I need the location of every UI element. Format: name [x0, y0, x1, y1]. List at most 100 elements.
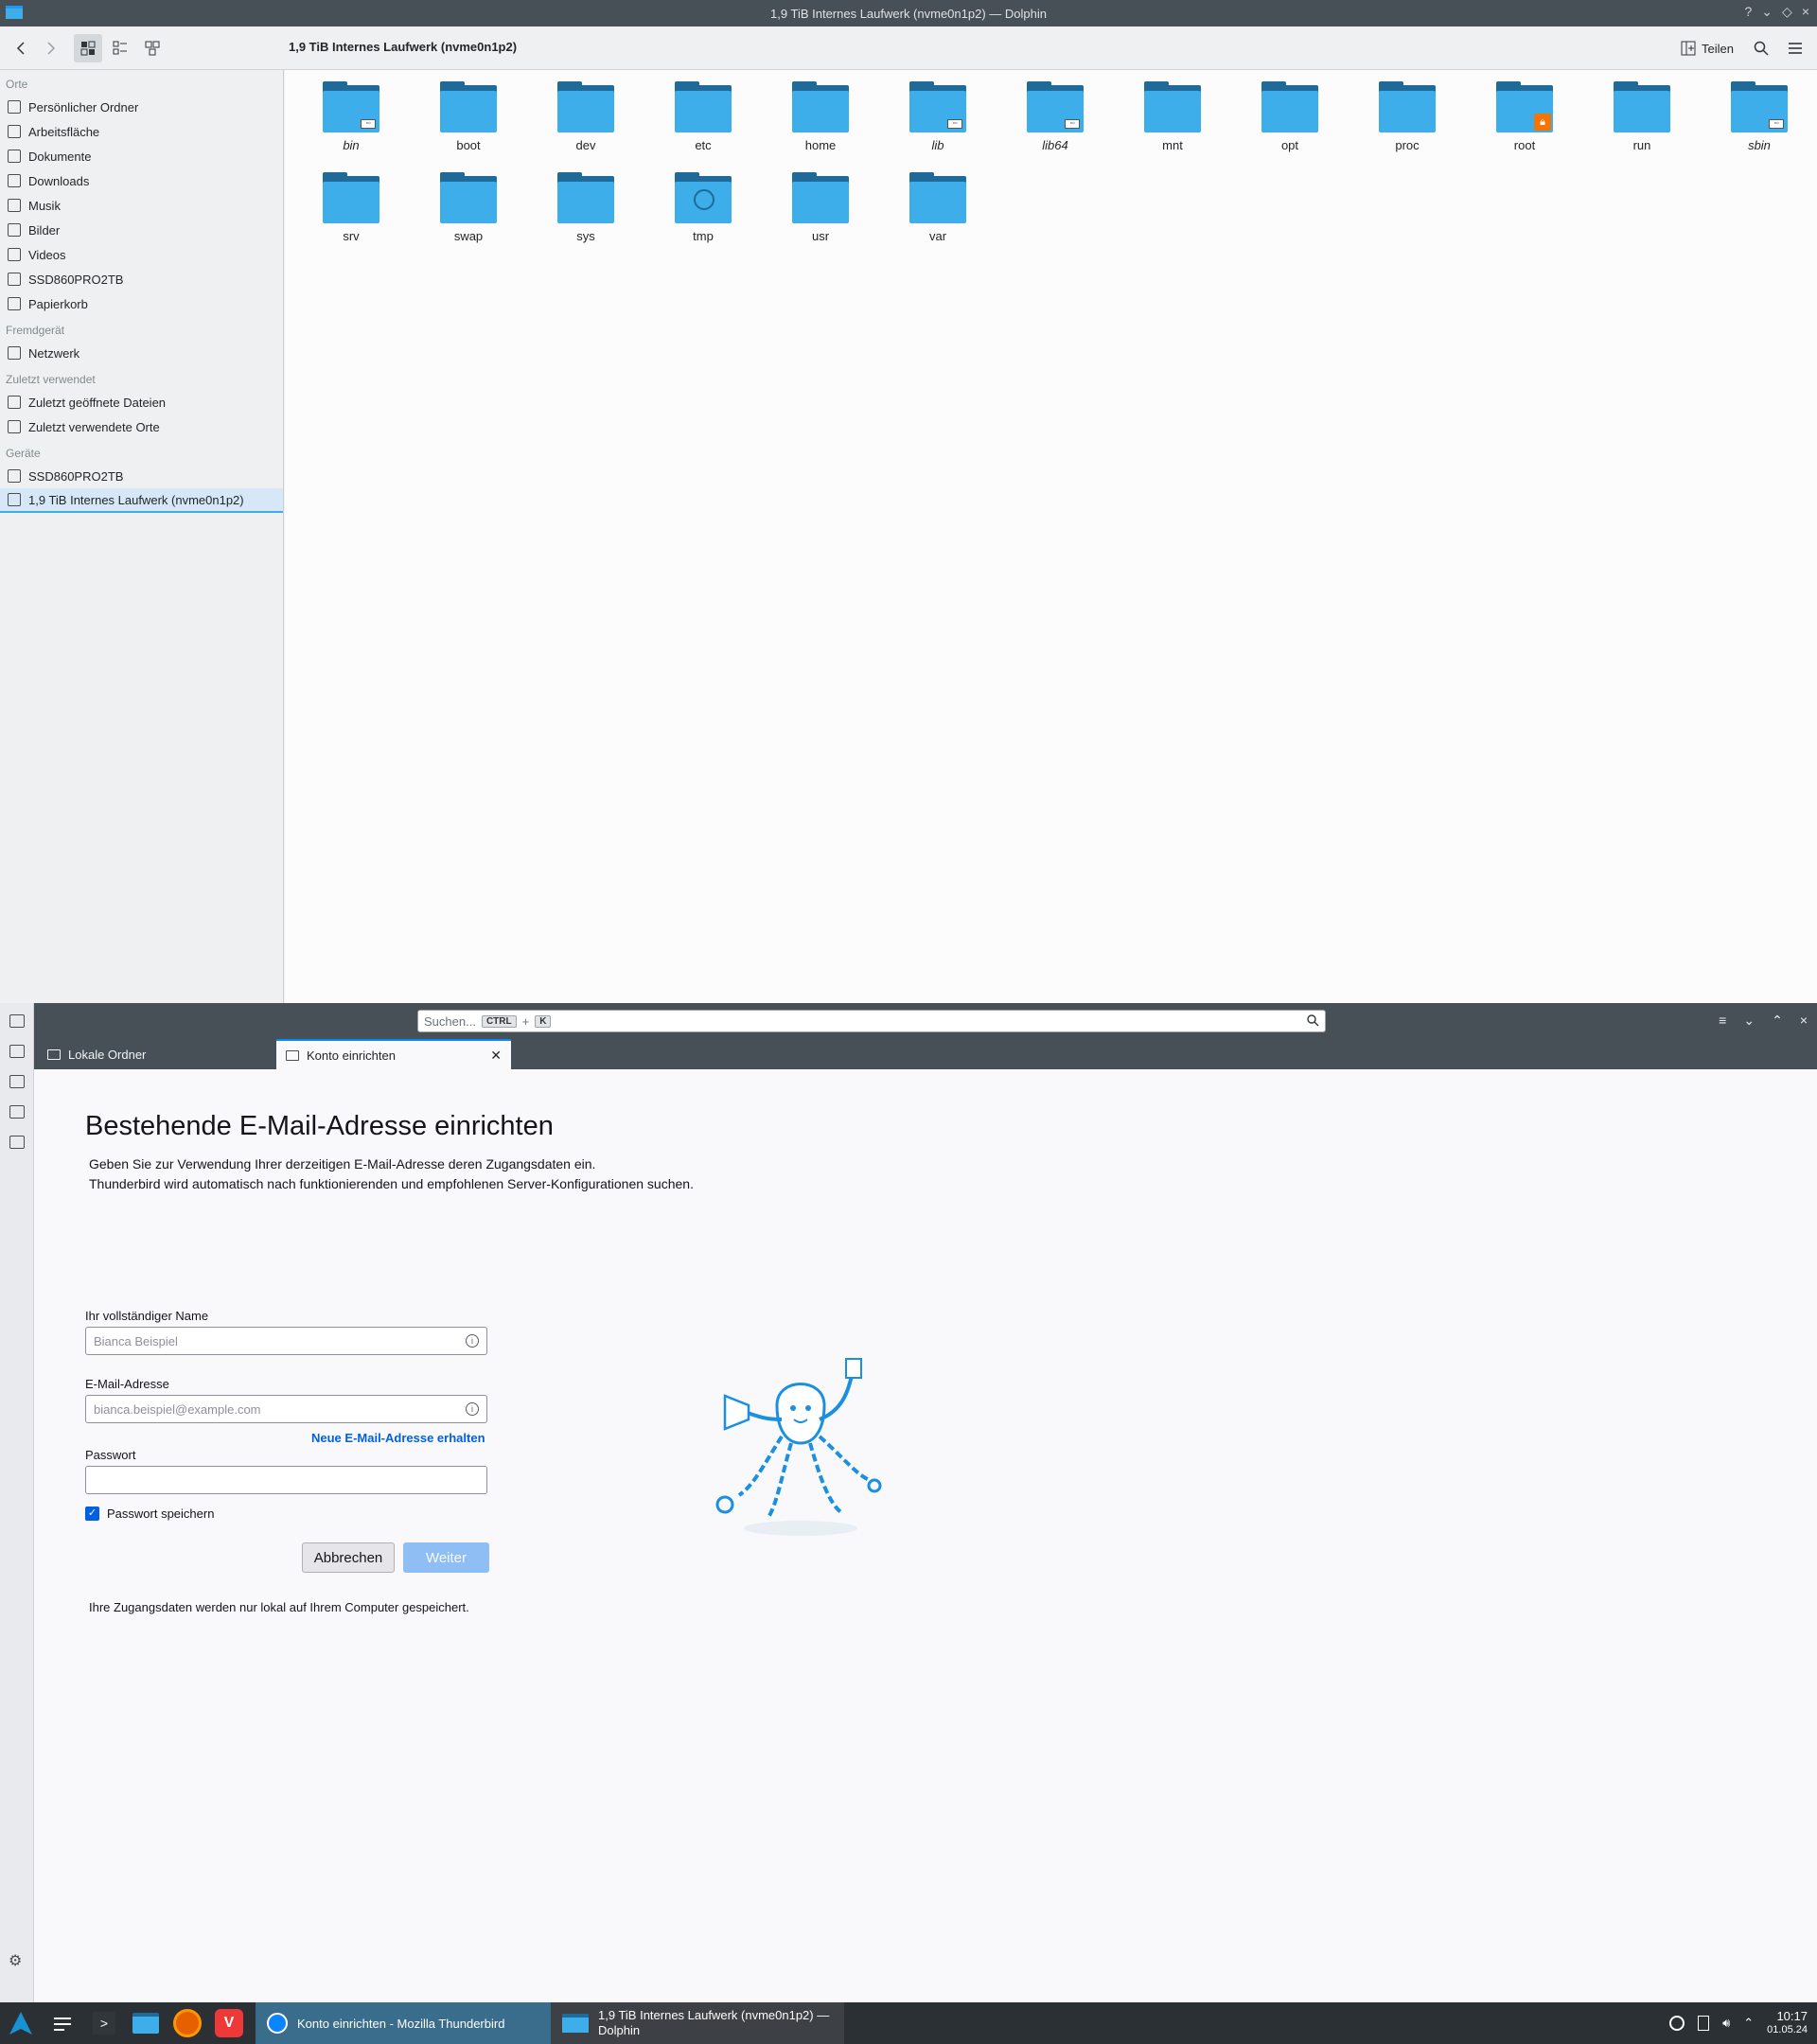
- file-manager-icon[interactable]: [125, 2002, 167, 2044]
- vivaldi-icon[interactable]: V: [208, 2002, 250, 2044]
- folder-item[interactable]: usr: [762, 170, 879, 246]
- close-icon[interactable]: ×: [1800, 1013, 1808, 1029]
- sidebar-item[interactable]: 1,9 TiB Internes Laufwerk (nvme0n1p2): [0, 488, 283, 513]
- sidebar-item[interactable]: Persönlicher Ordner: [0, 95, 283, 119]
- folder-item[interactable]: boot: [410, 79, 527, 155]
- sidebar-item[interactable]: Downloads: [0, 168, 283, 193]
- search-button[interactable]: [1747, 34, 1775, 62]
- folder-name: var: [928, 229, 947, 243]
- close-icon[interactable]: ×: [1802, 4, 1809, 20]
- thunderbird-icon: [267, 2013, 288, 2034]
- folder-item[interactable]: var: [879, 170, 997, 246]
- app-launcher-icon[interactable]: [0, 2002, 42, 2044]
- sidebar-item[interactable]: Dokumente: [0, 144, 283, 168]
- task-dolphin[interactable]: 1,9 TiB Internes Laufwerk (nvme0n1p2) — …: [551, 2002, 844, 2044]
- tab-account-setup[interactable]: Konto einrichten ✕: [276, 1039, 511, 1069]
- remember-password-row[interactable]: ✓ Passwort speichern: [85, 1507, 214, 1521]
- folder-name: usr: [811, 229, 830, 243]
- folder-item[interactable]: 🔒︎ root: [1466, 79, 1583, 155]
- folder-icon: [1144, 81, 1201, 132]
- compact-view-button[interactable]: [106, 34, 134, 62]
- email-field[interactable]: bianca.beispiel@example.com i: [85, 1395, 487, 1423]
- tab-local-folders[interactable]: Lokale Ordner: [38, 1039, 274, 1069]
- firefox-icon[interactable]: [167, 2002, 208, 2044]
- remember-password-label: Passwort speichern: [107, 1507, 215, 1521]
- sidebar-item[interactable]: SSD860PRO2TB: [0, 464, 283, 488]
- continue-button[interactable]: Weiter: [403, 1542, 489, 1573]
- folder-item[interactable]: ▫▫ bin: [292, 79, 410, 155]
- folder-item[interactable]: home: [762, 79, 879, 155]
- cancel-button[interactable]: Abbrechen: [302, 1542, 395, 1573]
- digital-clock[interactable]: 10:17 01.05.24: [1767, 2010, 1808, 2036]
- folder-item[interactable]: tmp: [644, 170, 762, 246]
- chat-icon[interactable]: [9, 1136, 25, 1149]
- folder-icon: [557, 81, 614, 132]
- folder-item[interactable]: ▫▫ lib: [879, 79, 997, 155]
- tasks-icon[interactable]: [9, 1105, 25, 1119]
- sidebar-item[interactable]: Videos: [0, 242, 283, 267]
- folder-item[interactable]: swap: [410, 170, 527, 246]
- trash-icon: [8, 297, 21, 310]
- chevron-up-icon[interactable]: ⌃: [1743, 2016, 1754, 2031]
- symlink-emblem-icon: ▫▫: [1769, 119, 1784, 129]
- sidebar-item[interactable]: Netzwerk: [0, 341, 283, 365]
- minimize-icon[interactable]: ⌄: [1761, 4, 1773, 20]
- settings-gear-icon[interactable]: ⚙: [9, 1951, 22, 1970]
- folder-item[interactable]: etc: [644, 79, 762, 155]
- places-sidebar: Orte Persönlicher Ordner Arbeitsfläche Doku…: [0, 70, 284, 1003]
- app-menu-icon[interactable]: ≡: [1719, 1013, 1726, 1029]
- new-email-link[interactable]: Neue E-Mail-Adresse erhalten: [311, 1431, 485, 1445]
- sidebar-item[interactable]: Papierkorb: [0, 291, 283, 316]
- folder-item[interactable]: mnt: [1114, 79, 1231, 155]
- view-tree-icon: [145, 41, 160, 55]
- remember-password-checkbox[interactable]: ✓: [85, 1507, 99, 1521]
- address-book-icon[interactable]: [9, 1045, 25, 1058]
- folder-item[interactable]: ▫▫ lib64: [997, 79, 1114, 155]
- folder-item[interactable]: run: [1583, 79, 1701, 155]
- chevron-right-icon: [47, 41, 56, 55]
- sidebar-item[interactable]: Zuletzt verwendete Orte: [0, 414, 283, 439]
- folder-icon: ▫▫: [1731, 81, 1788, 132]
- back-button[interactable]: [8, 34, 36, 62]
- steam-icon[interactable]: [1669, 2016, 1685, 2031]
- location-label[interactable]: 1,9 TiB Internes Laufwerk (nvme0n1p2): [289, 40, 517, 54]
- minimize-icon[interactable]: ⌄: [1743, 1013, 1755, 1029]
- share-button[interactable]: Teilen: [1673, 37, 1741, 60]
- symlink-emblem-icon: ▫▫: [361, 119, 376, 129]
- folder-item[interactable]: sys: [527, 170, 644, 246]
- email-label: E-Mail-Adresse: [85, 1377, 169, 1391]
- clock-emblem-icon: [694, 189, 714, 210]
- icons-view-button[interactable]: [74, 33, 102, 62]
- folder-icon: [323, 172, 379, 223]
- password-field[interactable]: [85, 1466, 487, 1494]
- window-title: 1,9 TiB Internes Laufwerk (nvme0n1p2) — …: [770, 6, 1047, 21]
- maximize-icon[interactable]: ⌃: [1772, 1013, 1783, 1029]
- folder-item[interactable]: dev: [527, 79, 644, 155]
- folder-item[interactable]: srv: [292, 170, 410, 246]
- name-field[interactable]: Bianca Beispiel i: [85, 1327, 487, 1355]
- sidebar-item[interactable]: Musik: [0, 193, 283, 218]
- task-thunderbird[interactable]: Konto einrichten - Mozilla Thunderbird: [256, 2002, 551, 2044]
- mail-space-icon[interactable]: [9, 1014, 25, 1028]
- sidebar-item[interactable]: Arbeitsfläche: [0, 119, 283, 144]
- volume-icon[interactable]: 🔊︎: [1722, 2016, 1730, 2031]
- tab-close-icon[interactable]: ✕: [490, 1048, 502, 1064]
- folder-item[interactable]: ▫▫ sbin: [1701, 79, 1817, 155]
- forward-button[interactable]: [36, 34, 64, 62]
- sidebar-item[interactable]: SSD860PRO2TB: [0, 267, 283, 291]
- system-settings-icon[interactable]: [42, 2002, 83, 2044]
- maximize-icon[interactable]: ◇: [1782, 4, 1792, 20]
- menu-button[interactable]: [1781, 34, 1809, 62]
- sidebar-item[interactable]: Zuletzt geöffnete Dateien: [0, 390, 283, 414]
- global-search-input[interactable]: Suchen... CTRL + K: [417, 1010, 1326, 1032]
- clipboard-icon[interactable]: [1698, 2016, 1710, 2031]
- folder-item[interactable]: proc: [1349, 79, 1466, 155]
- account-setup-page: Bestehende E-Mail-Adresse einrichten Geb…: [34, 1069, 1817, 2002]
- sidebar-item[interactable]: Bilder: [0, 218, 283, 242]
- calendar-icon[interactable]: [9, 1075, 25, 1088]
- terminal-icon[interactable]: >: [83, 2002, 125, 2044]
- sidebar-item-label: Papierkorb: [28, 296, 88, 311]
- details-view-button[interactable]: [138, 34, 167, 62]
- folder-item[interactable]: opt: [1231, 79, 1349, 155]
- help-icon[interactable]: ?: [1745, 4, 1753, 20]
